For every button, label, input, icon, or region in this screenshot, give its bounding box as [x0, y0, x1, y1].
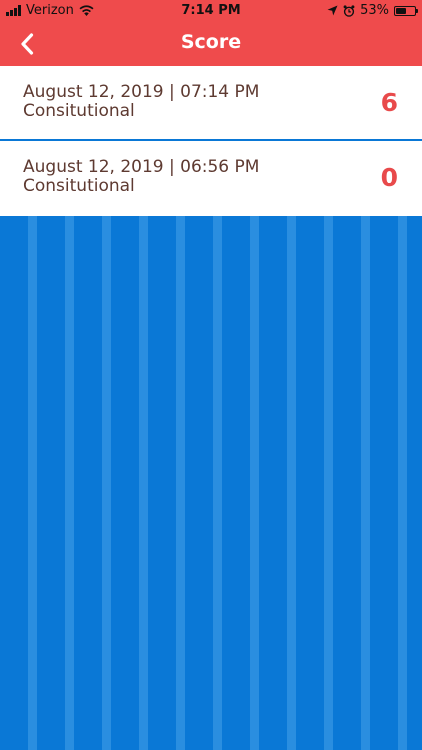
header: Verizon 7:14 PM 53% Score	[0, 0, 422, 66]
score-date: August 12, 2019 | 06:56 PM	[23, 157, 260, 177]
nav-bar: Score	[0, 22, 422, 66]
score-value: 0	[380, 163, 398, 192]
score-row[interactable]: August 12, 2019 | 06:56 PM Consitutional…	[0, 141, 422, 216]
status-bar: Verizon 7:14 PM 53%	[0, 0, 422, 22]
location-arrow-icon	[327, 5, 338, 16]
score-category: Consitutional	[23, 101, 135, 121]
battery-icon	[394, 5, 418, 16]
battery-fill	[396, 7, 406, 14]
battery-percent: 53%	[360, 3, 389, 18]
score-row[interactable]: August 12, 2019 | 07:14 PM Consitutional…	[0, 66, 422, 141]
score-list: August 12, 2019 | 07:14 PM Consitutional…	[0, 66, 422, 216]
score-value: 6	[380, 88, 398, 117]
score-date: August 12, 2019 | 07:14 PM	[23, 82, 260, 102]
score-screen: Verizon 7:14 PM 53% Score August 12, 201…	[0, 0, 422, 750]
score-category: Consitutional	[23, 176, 135, 196]
alarm-clock-icon	[343, 4, 355, 17]
status-right: 53%	[327, 3, 418, 18]
page-title: Score	[180, 31, 242, 53]
